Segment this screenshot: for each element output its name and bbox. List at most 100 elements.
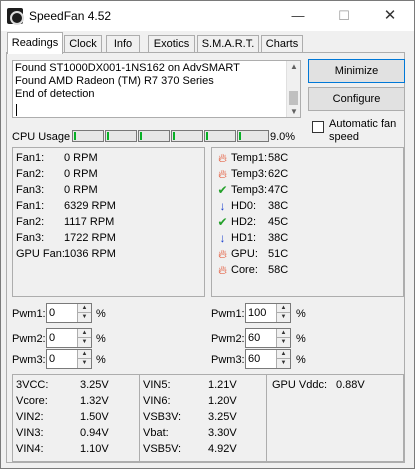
voltage-value: 1.21V (208, 379, 237, 391)
voltage-value: 0.88V (336, 379, 365, 391)
speedfan-app-icon (7, 8, 24, 25)
temp-value: 62C (268, 168, 289, 180)
flame-icon: 🔥︎ (218, 167, 227, 181)
pwm1-spinbox[interactable]: 0 ▲ ▼ (46, 303, 92, 323)
tab-readings[interactable]: Readings (7, 32, 63, 54)
flame-icon: 🔥︎ (218, 247, 227, 261)
pwm-unit: % (96, 308, 106, 320)
pwm-label: Pwm3: (12, 354, 46, 366)
scroll-down-icon[interactable]: ▼ (290, 107, 298, 116)
spin-down-icon[interactable]: ▼ (276, 338, 290, 347)
temp-value: 47C (268, 184, 289, 196)
spin-up-icon[interactable]: ▲ (77, 329, 91, 338)
voltage-label: GPU Vddc: (272, 379, 328, 391)
pwm1-spinbox[interactable]: 100 ▲ ▼ (245, 303, 291, 323)
log-scrollbar[interactable]: ▲ ▼ (286, 61, 300, 117)
log-line: End of detection (15, 88, 95, 100)
pwm3-spinbox[interactable]: 60 ▲ ▼ (245, 349, 291, 369)
window-close-button[interactable]: ✕ (367, 1, 413, 31)
configure-button[interactable]: Configure (308, 87, 405, 111)
voltage-label: VIN5: (143, 379, 171, 391)
text-caret (16, 104, 17, 116)
cpu-core-bar (237, 130, 269, 142)
temp-label: Temp1: (231, 152, 268, 164)
flame-icon: 🔥︎ (218, 151, 227, 165)
tab-clock[interactable]: Clock (64, 35, 102, 53)
temp-value: 38C (268, 200, 289, 212)
temp-value: 51C (268, 248, 289, 260)
window-maximize-button[interactable]: ☐ (321, 1, 367, 31)
spin-up-icon[interactable]: ▲ (276, 329, 290, 338)
pwm-unit: % (96, 333, 106, 345)
window-minimize-button[interactable]: — (275, 1, 321, 31)
flame-icon: 🔥︎ (218, 263, 227, 277)
automatic-fan-speed-label[interactable]: Automatic fan speed (329, 118, 411, 144)
tab-info[interactable]: Info (106, 35, 140, 53)
temp-label: GPU: (231, 248, 258, 260)
fan-value: 1722 RPM (64, 232, 116, 244)
voltage-label: VIN4: (16, 443, 44, 455)
cpu-core-bar (72, 130, 104, 142)
spin-down-icon[interactable]: ▼ (77, 338, 91, 347)
down-arrow-icon: ↓ (219, 199, 226, 213)
spin-up-icon[interactable]: ▲ (77, 350, 91, 359)
cpu-core-bar (171, 130, 203, 142)
temp-value: 58C (268, 264, 289, 276)
minimize-button[interactable]: Minimize (308, 59, 405, 83)
voltage-value: 0.94V (80, 427, 109, 439)
voltage-label: Vcore: (16, 395, 48, 407)
voltage-label: VIN6: (143, 395, 171, 407)
pwm-value: 0 (49, 332, 56, 344)
tab-exotics[interactable]: Exotics (148, 35, 195, 53)
voltage-value: 1.32V (80, 395, 109, 407)
title-bar[interactable]: SpeedFan 4.52 — ☐ ✕ (1, 1, 414, 31)
log-line: Found ST1000DX001-1NS162 on AdvSMART (15, 62, 240, 74)
fan-label: GPU Fan: (16, 248, 65, 260)
check-icon: ✔ (217, 183, 228, 197)
voltage-divider (266, 374, 267, 462)
spin-down-icon[interactable]: ▼ (77, 313, 91, 322)
pwm-value: 60 (248, 332, 261, 344)
fan-label: Fan2: (16, 216, 45, 228)
fan-label: Fan2: (16, 168, 45, 180)
detection-log[interactable]: Found ST1000DX001-1NS162 on AdvSMART Fou… (12, 60, 301, 118)
fan-value: 0 RPM (64, 152, 98, 164)
voltage-value: 3.30V (208, 427, 237, 439)
temp-label: Core: (231, 264, 258, 276)
voltage-value: 3.25V (80, 379, 109, 391)
pwm-label: Pwm3: (211, 354, 245, 366)
pwm2-spinbox[interactable]: 60 ▲ ▼ (245, 328, 291, 348)
spin-up-icon[interactable]: ▲ (276, 304, 290, 313)
fan-label: Fan1: (16, 152, 45, 164)
pwm-value: 0 (49, 353, 56, 365)
spin-up-icon[interactable]: ▲ (77, 304, 91, 313)
tab-charts[interactable]: Charts (261, 35, 303, 53)
pwm-label: Pwm1: (211, 308, 245, 320)
fan-label: Fan3: (16, 184, 45, 196)
voltage-label: VSB3V: (143, 411, 182, 423)
fan-label: Fan1: (16, 200, 45, 212)
scroll-up-icon[interactable]: ▲ (290, 62, 298, 71)
cpu-core-bar (105, 130, 137, 142)
spin-down-icon[interactable]: ▼ (77, 359, 91, 368)
pwm-value: 0 (49, 307, 56, 319)
scroll-thumb[interactable] (289, 91, 298, 105)
voltage-label: VIN3: (16, 427, 44, 439)
spin-down-icon[interactable]: ▼ (276, 359, 290, 368)
pwm3-spinbox[interactable]: 0 ▲ ▼ (46, 349, 92, 369)
voltage-value: 1.20V (208, 395, 237, 407)
automatic-fan-speed-checkbox[interactable] (312, 121, 324, 133)
spin-down-icon[interactable]: ▼ (276, 313, 290, 322)
pwm-unit: % (296, 354, 306, 366)
spin-up-icon[interactable]: ▲ (276, 350, 290, 359)
fan-value: 0 RPM (64, 184, 98, 196)
temp-label: Temp3: (231, 168, 268, 180)
pwm2-spinbox[interactable]: 0 ▲ ▼ (46, 328, 92, 348)
window-title: SpeedFan 4.52 (29, 9, 112, 23)
voltage-value: 4.92V (208, 443, 237, 455)
temp-label: HD2: (231, 216, 257, 228)
temp-label: HD0: (231, 200, 257, 212)
temp-value: 58C (268, 152, 289, 164)
pwm-value: 60 (248, 353, 261, 365)
tab-smart[interactable]: S.M.A.R.T. (197, 35, 259, 53)
